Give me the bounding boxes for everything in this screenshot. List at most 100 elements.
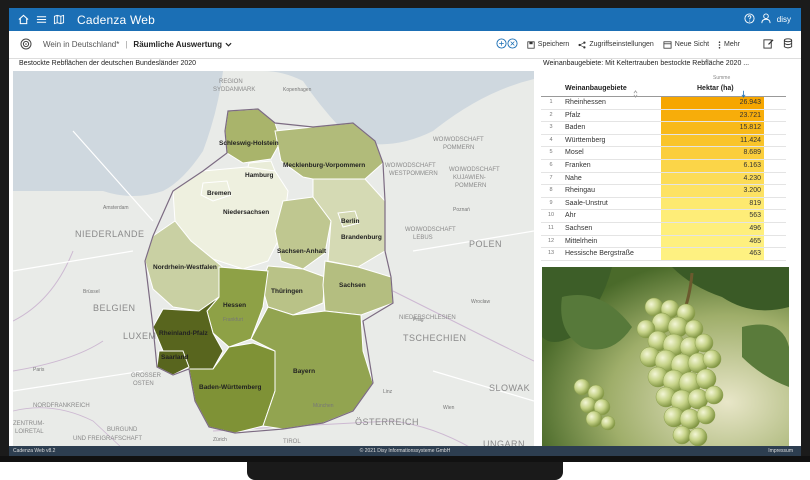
label-prag: Prag [413,317,424,323]
user-icon[interactable] [761,13,771,26]
row-hectare-value: 4.230 [661,172,764,185]
label-kopenhagen: Kopenhagen [283,87,312,93]
state-schleswig-holstein[interactable] [224,108,282,164]
row-region-name: Ahr [565,212,576,220]
table-header: Weinanbaugebiete Summe Hektar (ha) [541,71,786,98]
row-number: 8 [549,187,553,194]
table-row[interactable]: 6 Franken 6.163 [541,159,786,173]
grape-berry [688,427,708,447]
row-region-name: Franken [565,161,591,169]
row-region-name: Pfalz [565,111,581,119]
label-state-rp: Rheinland-Pfalz [159,330,209,337]
row-hectare-value: 496 [661,222,764,235]
label-state-nw: Nordrhein-Westfalen [153,264,217,271]
label-state-hb: Bremen [207,190,231,197]
column-header-hectare[interactable]: Hektar (ha) [697,85,734,92]
access-settings-button[interactable]: Zugriffseinstellungen [578,40,654,49]
grape-berry [573,378,591,396]
row-hectare-value: 563 [661,210,764,222]
label-munchen: München [313,403,334,409]
table-row[interactable]: 10 Ahr 563 [541,210,786,223]
label-loiretal: LOIRETAL [15,429,44,435]
row-hectare-value: 15.812 [661,122,764,134]
row-region-name: Sachsen [565,224,593,232]
menu-icon[interactable] [33,12,49,28]
help-icon[interactable] [744,13,755,26]
app-screen: Cadenza Web disy Wein in Deutschland* | … [9,8,801,456]
edit-icon[interactable] [763,38,774,51]
table-row[interactable]: 8 Rheingau 3.200 [541,185,786,198]
label-state-by: Bayern [293,368,315,375]
row-number: 4 [549,136,553,143]
layer-link-icon[interactable] [496,38,518,51]
save-button[interactable]: Speichern [527,40,569,49]
more-button[interactable]: Mehr [718,40,740,49]
row-number: 10 [547,212,555,219]
grape-berry [672,425,692,445]
label-brussel: Brüssel [83,289,100,295]
label-wroclaw: Wrocław [471,299,490,305]
label-state-sl: Saarland [161,354,188,361]
label-state-st: Sachsen-Anhalt [277,248,327,255]
row-number: 11 [548,224,554,231]
grape-berry [704,385,724,405]
app-footer: Cadenza Web v8.2 © 2021 Disy Information… [9,446,801,456]
breadcrumb-parent[interactable]: Wein in Deutschland* [43,40,119,49]
app-header: Cadenza Web disy [9,8,801,31]
row-region-name: Saale-Unstrut [565,199,608,207]
label-niederschlesien: NIEDERSCHLESIEN [399,315,456,321]
user-name[interactable]: disy [777,15,791,24]
label-pommern: POMMERN [443,145,474,151]
map-canvas[interactable]: REGION SYDDANMARK WOIWODSCHAFT POMMERN W… [13,71,534,449]
table-row[interactable]: 5 Mosel 8.689 [541,147,786,160]
row-number: 6 [549,161,553,168]
table-row[interactable]: 1 Rheinhessen 26.943 [541,97,786,110]
chevron-down-icon[interactable] [225,40,232,49]
target-icon[interactable] [20,38,32,52]
label-zurich: Zürich [213,437,227,443]
monitor-stand [247,462,563,480]
sort-desc-icon[interactable] [741,85,746,103]
label-state-sh: Schleswig-Holstein [219,140,279,147]
label-syddanmark: SYDDANMARK [213,87,255,93]
label-woiw1: WOIWODSCHAFT [433,137,484,143]
home-icon[interactable] [15,12,31,28]
label-woiw2: WOIWODSCHAFT [385,163,436,169]
label-region: REGION [219,79,243,85]
label-burgund: BURGUND [107,427,138,433]
grape-berry [579,396,597,414]
label-wien: Wien [443,405,455,411]
sort-icon[interactable] [633,85,638,103]
map-view[interactable]: REGION SYDDANMARK WOIWODSCHAFT POMMERN W… [13,71,534,449]
row-number: 13 [547,250,555,257]
label-state-ni: Niedersachsen [223,209,269,216]
table-row[interactable]: 12 Mittelrhein 465 [541,235,786,249]
row-hectare-value: 26.943 [661,97,764,109]
row-number: 12 [547,237,555,244]
table-row[interactable]: 4 Württemberg 11.424 [541,134,786,148]
map-title: Bestockte Rebflächen der deutschen Bunde… [19,60,197,67]
database-icon[interactable] [783,38,793,51]
monitor-bezel-left [0,0,9,456]
table-row[interactable]: 2 Pfalz 23.721 [541,109,786,123]
label-westpommern: WESTPOMMERN [389,171,438,177]
map-icon[interactable] [51,12,67,28]
table-row[interactable]: 9 Saale-Unstrut 819 [541,197,786,211]
grape-berry [585,410,603,428]
table-row[interactable]: 7 Nahe 4.230 [541,172,786,186]
monitor-bezel-right [801,0,810,456]
label-tirol: TIROL [283,439,301,445]
table-row[interactable]: 11 Sachsen 496 [541,222,786,236]
row-hectare-value: 8.689 [661,147,764,159]
breadcrumb-separator: | [125,40,128,49]
breadcrumb-current[interactable]: Räumliche Auswertung [133,40,222,49]
label-woiw3: WOIWODSCHAFT [449,167,500,173]
grapes-photo [542,267,789,447]
row-hectare-value: 6.163 [661,159,764,172]
monitor-bezel-top [0,0,810,8]
new-view-button[interactable]: Neue Sicht [663,40,709,49]
table-row[interactable]: 3 Baden 15.812 [541,122,786,135]
view-toolbar: Wein in Deutschland* | Räumliche Auswert… [9,31,801,59]
column-header-region[interactable]: Weinanbaugebiete [565,85,627,92]
table-row[interactable]: 13 Hessische Bergstraße 463 [541,248,786,261]
